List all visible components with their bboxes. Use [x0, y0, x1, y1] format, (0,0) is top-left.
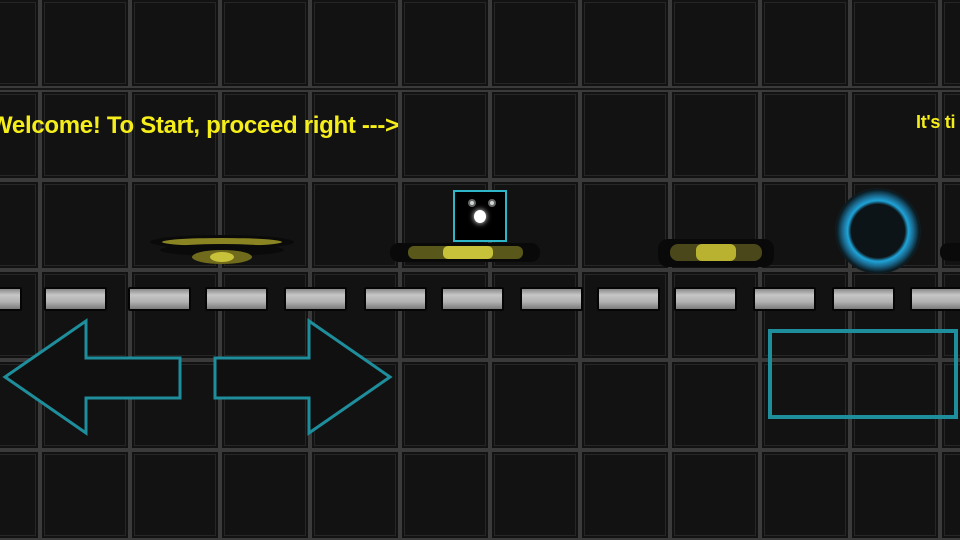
background-tile: [940, 90, 960, 180]
background-tile: [490, 360, 580, 450]
background-tile: [400, 450, 490, 540]
background-tile: [580, 450, 670, 540]
move-right-button[interactable]: [210, 318, 395, 440]
background-tile: [670, 270, 760, 360]
background-tile: [0, 450, 40, 540]
background-tile: [400, 360, 490, 450]
background-tile: [0, 180, 40, 270]
player-mouth-icon: [474, 210, 486, 223]
background-tile: [850, 0, 940, 88]
floor-brick: [832, 287, 895, 311]
game-stage: Welcome! To Start, proceed right ---> It…: [0, 0, 960, 540]
move-left-button[interactable]: [0, 318, 185, 440]
background-tile: [760, 90, 850, 180]
portal-ring-icon: [835, 188, 921, 274]
floor-brick: [753, 287, 816, 311]
background-tile: [490, 90, 580, 180]
background-tile: [130, 450, 220, 540]
floor-brick: [284, 287, 347, 311]
background-tile: [220, 450, 310, 540]
background-tile: [310, 450, 400, 540]
floor-brick: [364, 287, 427, 311]
background-tile: [670, 360, 760, 450]
floor-brick: [44, 287, 107, 311]
launch-pad-2: [390, 243, 540, 262]
background-tile: [220, 0, 310, 88]
floor-brick: [597, 287, 660, 311]
background-tile: [940, 450, 960, 540]
launch-pad-3: [658, 239, 774, 267]
background-tile: [670, 90, 760, 180]
background-tile: [40, 180, 130, 270]
background-tile: [850, 90, 940, 180]
background-tile: [40, 450, 130, 540]
background-tile: [400, 0, 490, 88]
floor-brick: [520, 287, 583, 311]
background-tile: [490, 450, 580, 540]
background-tile: [580, 360, 670, 450]
background-tile: [670, 0, 760, 88]
jump-button-outline: [768, 329, 958, 419]
background-tile: [490, 0, 580, 88]
background-tile: [310, 180, 400, 270]
floor-brick: [0, 287, 22, 311]
player-cube: [453, 190, 507, 242]
background-tile: [850, 450, 940, 540]
floor-brick: [205, 287, 268, 311]
floor-brick: [441, 287, 504, 311]
background-tile: [490, 270, 580, 360]
background-tile: [580, 270, 670, 360]
floor-brick: [128, 287, 191, 311]
launch-pad-4: [940, 243, 960, 261]
jump-button[interactable]: [766, 327, 960, 421]
floor-brick: [910, 287, 960, 311]
background-tile: [40, 0, 130, 88]
arrow-left-icon: [2, 318, 182, 436]
background-tile: [0, 0, 40, 88]
background-tile: [310, 0, 400, 88]
floor-brick: [674, 287, 737, 311]
background-tile: [670, 450, 760, 540]
offscreen-message: It's ti: [916, 112, 956, 132]
background-tile: [760, 450, 850, 540]
arrow-right-icon: [213, 318, 393, 436]
spinning-pad-1: [150, 235, 294, 264]
background-tile: [580, 90, 670, 180]
background-tile: [760, 0, 850, 88]
player-eye-right-icon: [488, 199, 496, 207]
background-tile: [940, 0, 960, 88]
welcome-message: Welcome! To Start, proceed right --->: [0, 112, 399, 139]
background-tile: [400, 90, 490, 180]
player-eye-left-icon: [468, 199, 476, 207]
background-tile: [400, 270, 490, 360]
background-tile: [130, 0, 220, 88]
background-tile: [580, 0, 670, 88]
